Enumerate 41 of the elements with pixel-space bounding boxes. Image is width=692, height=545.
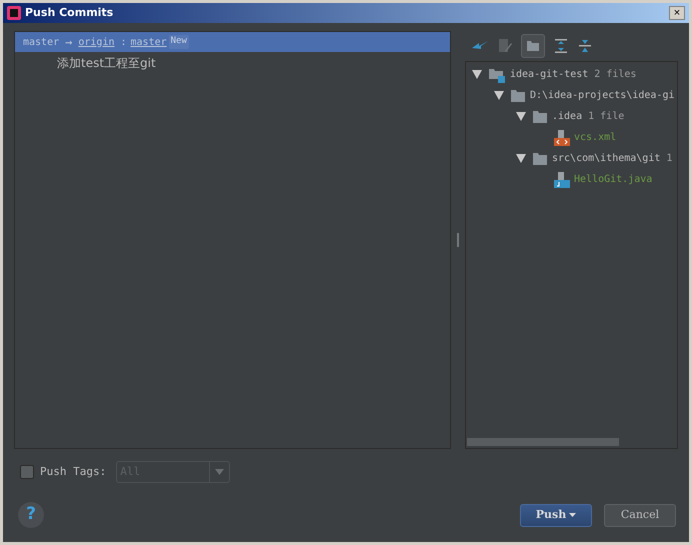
separator: :	[120, 36, 127, 50]
tree-item-label[interactable]: src\com\ithema\git	[552, 151, 660, 166]
expanded-triangle-icon[interactable]	[472, 70, 482, 79]
target-branch-link[interactable]: master	[130, 34, 167, 50]
group-by-folder-button[interactable]	[521, 34, 545, 58]
horizontal-scrollbar[interactable]	[467, 438, 619, 446]
push-tags-label: Push Tags:	[40, 464, 106, 480]
commit-message[interactable]: 添加test工程至git	[57, 54, 156, 72]
splitter-handle-icon[interactable]	[457, 233, 459, 247]
tree-item-label[interactable]: .idea	[552, 109, 582, 124]
help-button[interactable]: ?	[18, 502, 44, 528]
tree-item-label[interactable]: HelloGit.java	[574, 172, 652, 187]
expanded-triangle-icon[interactable]	[516, 112, 526, 121]
xml-file-icon	[554, 130, 570, 146]
tree-item-label[interactable]: vcs.xml	[574, 130, 616, 145]
module-folder-icon	[488, 66, 506, 82]
folder-icon	[526, 40, 540, 52]
tree-item-label[interactable]: idea-git-test	[510, 67, 588, 82]
file-count: 1	[666, 152, 672, 166]
tree-item-label[interactable]: D:\idea-projects\idea-gi	[530, 88, 674, 103]
arrow-symbol: →	[65, 34, 72, 51]
folder-icon	[532, 110, 548, 124]
expanded-triangle-icon[interactable]	[494, 91, 504, 100]
push-button[interactable]: Push	[520, 504, 592, 526]
window-title: Push Commits	[25, 4, 114, 21]
source-branch: master	[23, 36, 60, 50]
close-button[interactable]: ×	[669, 6, 685, 20]
folder-icon	[532, 152, 548, 166]
folder-icon	[510, 88, 526, 102]
file-count: 1 file	[588, 110, 624, 124]
cancel-button[interactable]: Cancel	[604, 504, 676, 526]
file-count: 2 files	[594, 68, 636, 82]
new-badge: New	[168, 35, 189, 49]
remote-link[interactable]: origin	[78, 34, 114, 50]
java-file-icon	[554, 172, 570, 188]
collapse-all-icon[interactable]	[577, 38, 593, 54]
dropdown-arrow-icon	[215, 469, 224, 475]
expand-all-icon[interactable]	[553, 38, 569, 54]
expanded-triangle-icon[interactable]	[516, 154, 526, 163]
branch-row[interactable]: master → origin : master New	[15, 32, 450, 52]
app-icon	[7, 6, 21, 20]
